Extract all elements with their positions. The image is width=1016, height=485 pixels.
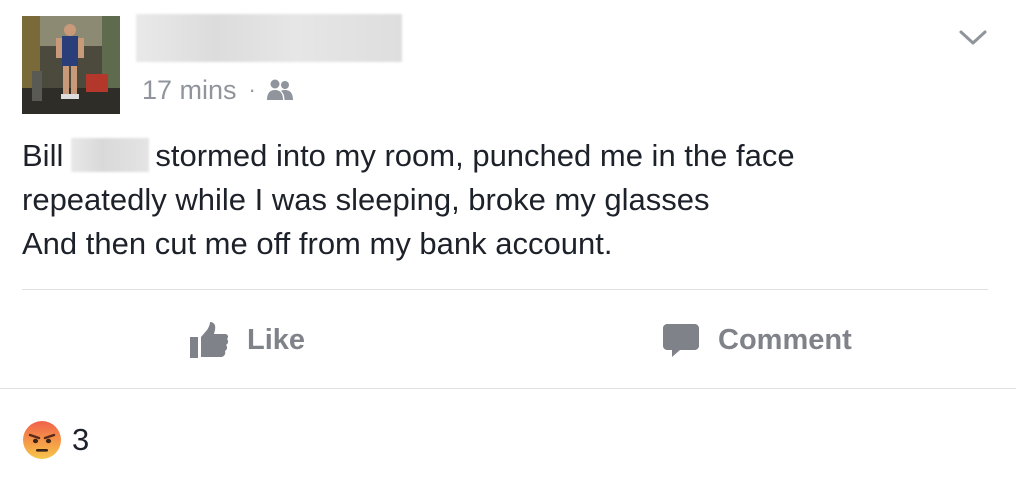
post-text-line1-rest: stormed into my room, punched me in the … — [155, 138, 795, 173]
reaction-summary[interactable]: 3 — [22, 418, 89, 462]
divider — [22, 289, 988, 290]
like-label: Like — [247, 323, 306, 356]
post-text-line: repeatedly while I was sleeping, broke m… — [22, 182, 710, 217]
post-text-line: Bill stormed into my room, punched me in … — [22, 134, 992, 178]
author-avatar[interactable] — [22, 16, 120, 114]
post-text-line: And then cut me off from my bank account… — [22, 226, 613, 261]
meta-separator: · — [248, 77, 256, 102]
post-meta: 17 mins · — [142, 74, 294, 106]
like-button[interactable]: Like — [189, 318, 305, 362]
post-text: Bill stormed into my room, punched me in … — [22, 134, 992, 266]
author-name-redacted[interactable] — [136, 14, 402, 62]
post-timestamp[interactable]: 17 mins — [142, 75, 237, 106]
angry-reaction-icon — [23, 421, 61, 459]
comment-bubble-icon — [663, 324, 699, 357]
mentioned-first-name: Bill — [22, 138, 64, 173]
reaction-count: 3 — [72, 422, 90, 457]
redacted-last-name — [71, 138, 150, 172]
avatar-photo — [22, 16, 120, 114]
divider — [0, 388, 1016, 389]
friends-icon[interactable] — [266, 78, 294, 102]
comment-label: Comment — [718, 323, 852, 356]
comment-button[interactable]: Comment — [662, 318, 852, 362]
thumbs-up-icon — [190, 322, 229, 358]
chevron-down-icon[interactable] — [958, 28, 988, 48]
